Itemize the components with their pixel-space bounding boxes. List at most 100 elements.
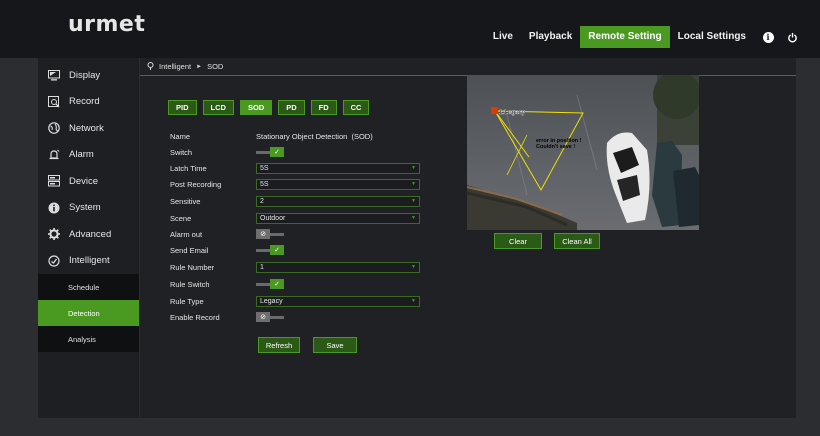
error-message-line2: Couldn't save ! bbox=[536, 144, 575, 150]
tab-lcd[interactable]: LCD bbox=[202, 100, 234, 115]
camera-preview[interactable]: 1:Legacy error in position ! Couldn't sa… bbox=[467, 75, 699, 230]
sidebar-item-advanced[interactable]: Advanced bbox=[38, 221, 139, 248]
check-icon: ✓ bbox=[270, 279, 284, 289]
bell-icon bbox=[48, 149, 60, 161]
chevron-down-icon: ▼ bbox=[411, 214, 416, 221]
nav-live[interactable]: Live bbox=[485, 26, 521, 48]
sidebar-item-label: Network bbox=[69, 122, 104, 134]
sidebar-item-device[interactable]: Device bbox=[38, 168, 139, 195]
rule-type-label: Rule Type bbox=[170, 296, 204, 306]
enable-record-toggle[interactable]: ⊘ bbox=[256, 312, 284, 322]
record-icon bbox=[48, 95, 60, 108]
sidebar-item-label: Advanced bbox=[69, 228, 112, 240]
row-switch: Switch ✓ bbox=[170, 146, 284, 158]
sidebar-item-display[interactable]: Display bbox=[38, 62, 139, 89]
camera-scene: 1:Legacy error in position ! Couldn't sa… bbox=[467, 75, 699, 230]
sidebar-item-label: Alarm bbox=[69, 149, 94, 161]
tab-sod[interactable]: SOD bbox=[239, 100, 273, 115]
nav-local-settings[interactable]: Local Settings bbox=[670, 26, 754, 48]
tab-cc[interactable]: CC bbox=[342, 100, 370, 115]
sidebar-subitem-schedule[interactable]: Schedule bbox=[38, 274, 139, 300]
sidebar-item-label: Display bbox=[69, 69, 101, 81]
location-pin-icon bbox=[147, 61, 154, 72]
sidebar-item-network[interactable]: Network bbox=[38, 115, 139, 142]
breadcrumb: Intelligent ► SOD bbox=[140, 58, 796, 76]
info-icon[interactable]: i bbox=[758, 26, 778, 48]
alarm-out-label: Alarm out bbox=[170, 229, 203, 239]
rule-switch-label: Rule Switch bbox=[170, 279, 210, 289]
rule-tag: 1:Legacy bbox=[499, 110, 526, 116]
info-icon bbox=[48, 202, 60, 214]
main-panel: Intelligent ► SOD PID LCD SOD PD FD CC N… bbox=[140, 58, 796, 418]
clear-button[interactable]: Clear bbox=[494, 233, 542, 249]
sidebar-item-label: Record bbox=[69, 96, 100, 108]
switch-toggle[interactable]: ✓ bbox=[256, 147, 284, 157]
refresh-button[interactable]: Refresh bbox=[258, 337, 300, 353]
chevron-down-icon: ▼ bbox=[411, 180, 416, 187]
sensitive-select[interactable]: 2 ▼ bbox=[256, 195, 420, 207]
sidebar-item-system[interactable]: System bbox=[38, 195, 139, 222]
rule-number-label: Rule Number bbox=[170, 262, 215, 272]
sidebar-item-label: Device bbox=[69, 175, 99, 187]
post-recording-label: Post Recording bbox=[170, 179, 222, 189]
clean-all-button[interactable]: Clean All bbox=[554, 233, 600, 249]
sidebar-subitem-analysis[interactable]: Analysis bbox=[38, 326, 139, 352]
send-email-toggle[interactable]: ✓ bbox=[256, 245, 284, 255]
row-enable-record: Enable Record ⊘ bbox=[170, 311, 284, 323]
latch-time-label: Latch Time bbox=[170, 163, 207, 173]
tab-pd[interactable]: PD bbox=[278, 100, 305, 115]
latch-time-select[interactable]: 5S ▼ bbox=[256, 162, 420, 174]
nav-playback[interactable]: Playback bbox=[521, 26, 580, 48]
breadcrumb-parent[interactable]: Intelligent bbox=[159, 62, 191, 71]
switch-label: Switch bbox=[170, 147, 193, 157]
row-rule-type: Rule Type Legacy ▼ bbox=[170, 295, 420, 307]
top-bar: urmet Live Playback Remote Setting Local… bbox=[0, 0, 820, 58]
row-rule-number: Rule Number 1 ▼ bbox=[170, 261, 420, 273]
intelligent-icon bbox=[48, 255, 60, 267]
hard-drive-icon bbox=[48, 175, 60, 187]
sidebar-subitem-detection[interactable]: Detection bbox=[38, 300, 139, 326]
save-button[interactable]: Save bbox=[313, 337, 357, 353]
rule-type-value: Legacy bbox=[260, 297, 283, 305]
rule-number-select[interactable]: 1 ▼ bbox=[256, 261, 420, 273]
toggle-off-icon: ⊘ bbox=[256, 229, 270, 239]
post-recording-select[interactable]: 5S ▼ bbox=[256, 178, 420, 190]
scene-label: Scene bbox=[170, 213, 192, 223]
tab-pid[interactable]: PID bbox=[168, 100, 197, 115]
scene-value: Outdoor bbox=[260, 214, 286, 222]
toggle-off-icon: ⊘ bbox=[256, 312, 270, 322]
sidebar: Display Record Network Alarm Device Syst… bbox=[38, 58, 139, 418]
monitor-icon bbox=[48, 69, 60, 81]
chevron-down-icon: ▼ bbox=[411, 297, 416, 304]
name-label: Name bbox=[170, 131, 191, 141]
sidebar-item-label: Intelligent bbox=[69, 255, 110, 267]
check-icon: ✓ bbox=[270, 245, 284, 255]
row-send-email: Send Email ✓ bbox=[170, 244, 284, 256]
name-value: Stationary Object Detection (SOD) bbox=[256, 131, 373, 141]
row-post-recording: Post Recording 5S ▼ bbox=[170, 178, 420, 190]
urmet-logo: urmet bbox=[68, 12, 146, 37]
nav-remote-setting[interactable]: Remote Setting bbox=[580, 26, 670, 48]
latch-time-value: 5S bbox=[260, 164, 269, 172]
tab-fd[interactable]: FD bbox=[310, 100, 337, 115]
gear-icon bbox=[48, 228, 60, 241]
chevron-right-icon: ► bbox=[196, 63, 203, 70]
alarm-out-toggle[interactable]: ⊘ bbox=[256, 229, 284, 239]
row-sensitive: Sensitive 2 ▼ bbox=[170, 195, 420, 207]
scene-select[interactable]: Outdoor ▼ bbox=[256, 212, 420, 224]
row-name: Name Stationary Object Detection (SOD) bbox=[170, 130, 373, 142]
rule-number-value: 1 bbox=[260, 263, 264, 271]
chevron-down-icon: ▼ bbox=[411, 263, 416, 270]
sidebar-item-label: System bbox=[69, 202, 101, 214]
detection-tabs: PID LCD SOD PD FD CC bbox=[168, 100, 370, 115]
breadcrumb-current: SOD bbox=[207, 62, 224, 71]
row-latch-time: Latch Time 5S ▼ bbox=[170, 162, 420, 174]
rule-switch-toggle[interactable]: ✓ bbox=[256, 279, 284, 289]
sensitive-label: Sensitive bbox=[170, 196, 201, 206]
power-icon[interactable] bbox=[782, 26, 802, 48]
enable-record-label: Enable Record bbox=[170, 312, 220, 322]
sidebar-item-intelligent[interactable]: Intelligent bbox=[38, 248, 139, 275]
rule-type-select[interactable]: Legacy ▼ bbox=[256, 295, 420, 307]
sidebar-item-record[interactable]: Record bbox=[38, 89, 139, 116]
sidebar-item-alarm[interactable]: Alarm bbox=[38, 142, 139, 169]
